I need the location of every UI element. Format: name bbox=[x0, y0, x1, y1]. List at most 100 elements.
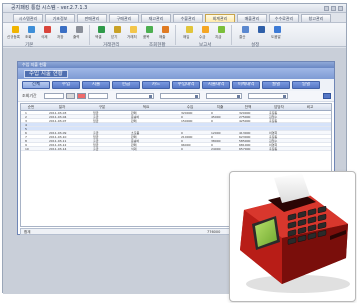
view-tab[interactable]: 월별 bbox=[262, 81, 290, 89]
staff-select[interactable] bbox=[206, 93, 242, 99]
report-button[interactable] bbox=[255, 25, 268, 34]
column-header[interactable]: 담당자 bbox=[269, 104, 289, 111]
close-form-button[interactable] bbox=[111, 25, 124, 34]
customer-select[interactable] bbox=[248, 93, 288, 99]
view-tab[interactable]: 현금 bbox=[112, 81, 140, 89]
total-income: 776000 bbox=[207, 230, 221, 234]
column-header[interactable]: 잔액 bbox=[239, 104, 257, 111]
save-button[interactable] bbox=[57, 25, 70, 34]
payment-button[interactable] bbox=[215, 25, 228, 34]
view-tab-bar: 전체 수입 지출 현금 카드 수입내역 지출내역 이체내역 월별 일별 bbox=[18, 79, 334, 91]
customer-button[interactable] bbox=[127, 25, 140, 34]
ribbon-tab[interactable]: 수수료관리 bbox=[269, 14, 299, 22]
column-header[interactable]: 일자 bbox=[49, 104, 75, 111]
table-row[interactable]: 10 2011-03-14 출금 식대 0 24000 657000 홍길동 bbox=[21, 147, 331, 151]
column-header[interactable]: 지출 bbox=[211, 104, 229, 111]
table-cell: 출금 bbox=[93, 147, 99, 151]
ribbon-tab[interactable]: 매출관리 bbox=[237, 14, 267, 22]
receive-button[interactable] bbox=[199, 25, 212, 34]
view-tab[interactable]: 지출 bbox=[82, 81, 110, 89]
receipt-printer-terminal-image bbox=[240, 173, 350, 293]
delete-icon bbox=[44, 26, 51, 33]
cart-icon bbox=[186, 26, 193, 33]
close-button[interactable] bbox=[338, 6, 343, 11]
table-cell: 홍길동 bbox=[269, 147, 278, 151]
box-icon bbox=[146, 26, 153, 33]
ribbon-button-label: 신규등록 bbox=[7, 35, 20, 39]
save-icon bbox=[60, 26, 67, 33]
view-tab[interactable]: 지출내역 bbox=[202, 81, 230, 89]
help-icon bbox=[274, 26, 281, 33]
grid-header: 순번 일자 구분 적요 수입 지출 잔액 담당자 비고 bbox=[21, 104, 331, 111]
excel-icon bbox=[98, 26, 105, 33]
search-icon bbox=[28, 26, 35, 33]
period-button[interactable] bbox=[66, 93, 75, 99]
closing-button[interactable] bbox=[239, 25, 252, 34]
ribbon-separator bbox=[89, 25, 90, 45]
ribbon-button-label: 엑셀 bbox=[95, 35, 102, 39]
item-button[interactable] bbox=[143, 25, 156, 34]
ribbon-button-label: 닫기 bbox=[111, 35, 118, 39]
ribbon-tab[interactable]: 시스템관리 bbox=[13, 14, 43, 22]
ribbon-separator bbox=[231, 25, 232, 45]
ribbon-button-label: 수금 bbox=[199, 35, 206, 39]
ribbon-button-label: 매입 bbox=[183, 35, 190, 39]
view-tab[interactable]: 수입 bbox=[52, 81, 80, 89]
ribbon-tab[interactable]: 판매관리 bbox=[77, 14, 107, 22]
chart-icon bbox=[162, 26, 169, 33]
ribbon-button-label: 조회 bbox=[25, 35, 32, 39]
title-bar: 공지패킹 통합 시스템 - ver.2.7.1.3 bbox=[3, 4, 346, 13]
ribbon-tab[interactable]: 기초정보 bbox=[45, 14, 75, 22]
column-header[interactable]: 구분 bbox=[93, 104, 111, 111]
grid-body: 1 2011-03-03 입금 판매 320000 0 320000 홍길동 2 2011-03-… bbox=[21, 111, 331, 151]
money-icon bbox=[218, 26, 225, 33]
excel-button[interactable] bbox=[95, 25, 108, 34]
column-header[interactable]: 순번 bbox=[25, 104, 37, 111]
today-button[interactable] bbox=[77, 93, 86, 99]
purchase-button[interactable] bbox=[183, 25, 196, 34]
ribbon-button-label: 품목 bbox=[143, 35, 150, 39]
maximize-button[interactable] bbox=[331, 6, 336, 11]
window-controls bbox=[324, 6, 343, 11]
ribbon-tab[interactable]: 재고관리 bbox=[141, 14, 171, 22]
help-button[interactable] bbox=[271, 25, 284, 34]
delete-button[interactable] bbox=[41, 25, 54, 34]
start-date-input[interactable] bbox=[44, 93, 64, 99]
search-button[interactable] bbox=[25, 25, 38, 34]
view-tab[interactable]: 일별 bbox=[292, 81, 320, 89]
ribbon-button-label: 출력 bbox=[73, 35, 80, 39]
table-cell: 24000 bbox=[211, 147, 221, 151]
table-cell: 10 bbox=[25, 147, 29, 151]
inner-window-header: 수입 지출 현황 bbox=[18, 68, 334, 79]
new-button[interactable] bbox=[9, 25, 22, 34]
ribbon-button-label: 삭제 bbox=[41, 35, 48, 39]
ribbon-tab[interactable]: 수불관리 bbox=[173, 14, 203, 22]
ribbon-button-label: 도움말 bbox=[271, 35, 281, 39]
sales-button[interactable] bbox=[159, 25, 172, 34]
ribbon-tab-active[interactable]: 회계관리 bbox=[205, 14, 235, 22]
minimize-button[interactable] bbox=[324, 6, 329, 11]
filter-bar: 조회기간 bbox=[18, 91, 334, 102]
app-title: 공지패킹 통합 시스템 - ver.2.7.1.3 bbox=[11, 5, 88, 11]
table-cell: 식대 bbox=[131, 147, 137, 151]
ribbon-button-label: 매출 bbox=[159, 35, 166, 39]
print-button[interactable] bbox=[73, 25, 86, 34]
ribbon-tab[interactable]: 창고관리 bbox=[301, 14, 331, 22]
search-button[interactable] bbox=[323, 93, 331, 99]
view-tab[interactable]: 수입내역 bbox=[172, 81, 200, 89]
account-select[interactable] bbox=[160, 93, 200, 99]
ribbon-tab[interactable]: 구매관리 bbox=[109, 14, 139, 22]
view-tab[interactable]: 카드 bbox=[142, 81, 170, 89]
column-header[interactable]: 적요 bbox=[131, 104, 161, 111]
ribbon-tab-bar: 시스템관리 기초정보 판매관리 구매관리 재고관리 수불관리 회계관리 매출관리… bbox=[3, 14, 346, 22]
view-tab[interactable]: 전체 bbox=[22, 81, 50, 89]
ribbon-separator bbox=[175, 25, 176, 45]
column-header[interactable]: 비고 bbox=[301, 104, 319, 111]
end-date-input[interactable] bbox=[88, 93, 108, 99]
view-tab[interactable]: 이체내역 bbox=[232, 81, 260, 89]
column-header[interactable]: 수입 bbox=[181, 104, 199, 111]
coin-icon bbox=[202, 26, 209, 33]
table-cell: 0 bbox=[181, 147, 183, 151]
type-select[interactable] bbox=[116, 93, 154, 99]
ribbon-button-label: 결산 bbox=[239, 35, 246, 39]
